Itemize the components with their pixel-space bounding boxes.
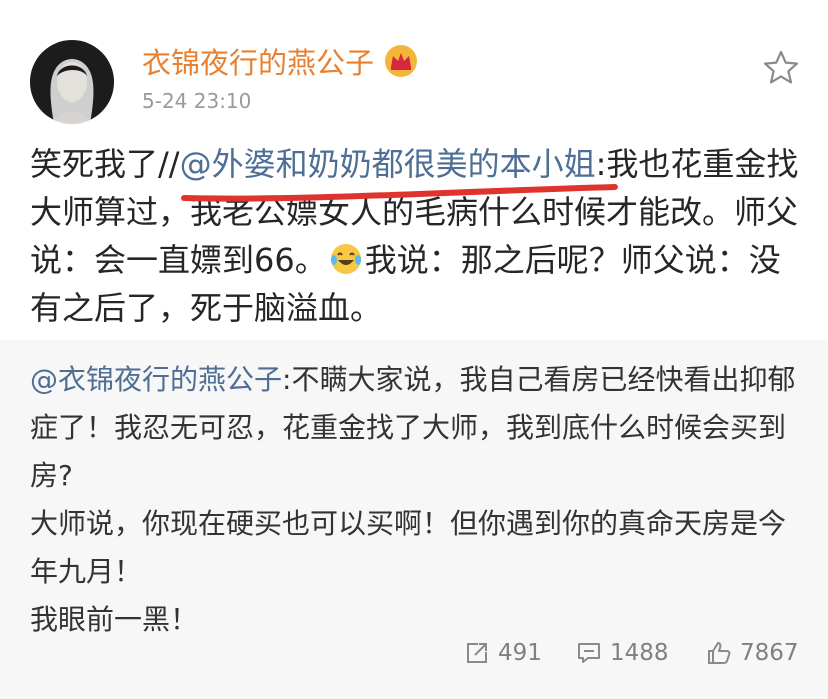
username-text[interactable]: 衣锦夜行的燕公子 (142, 40, 374, 82)
avatar-portrait (30, 40, 114, 124)
comment-count: 1488 (610, 640, 669, 666)
like-button[interactable]: 7867 (706, 640, 799, 666)
repost-mention-link[interactable]: @衣锦夜行的燕公子 (30, 363, 282, 396)
repost-button[interactable]: 491 (464, 640, 542, 666)
crown-icon (385, 45, 418, 77)
star-icon[interactable] (762, 49, 800, 87)
post-timestamp: 5-24 23:10 (142, 89, 252, 113)
repost-text-2: 大师说，你现在硬买也可以买啊！但你遇到你的真命天房是今年九月！ (30, 507, 787, 588)
post-body: 笑死我了//@外婆和奶奶都很美的本小姐:我也花重金找大师算过，我老公嫖女人的毛病… (30, 140, 800, 332)
repost-icon (467, 643, 487, 663)
like-count: 7867 (740, 640, 799, 666)
weibo-post: 衣锦夜行的燕公子 5-24 23:10 笑死我了//@外婆和奶奶都很美的本小姐:… (0, 0, 828, 340)
body-mention-link[interactable]: @外婆和奶奶都很美的本小姐 (180, 145, 596, 183)
comment-button[interactable]: 1488 (576, 640, 669, 666)
repost-card[interactable]: @衣锦夜行的燕公子:不瞒大家说，我自己看房已经快看出抑郁症了！我忍无可忍，花重金… (0, 340, 828, 699)
laughing-tears-emoji (330, 244, 361, 274)
repost-body: @衣锦夜行的燕公子:不瞒大家说，我自己看房已经快看出抑郁症了！我忍无可忍，花重金… (30, 356, 805, 644)
body-prefix: 笑死我了// (30, 145, 180, 183)
thumbs-up-icon (708, 642, 731, 664)
repost-count: 491 (498, 640, 542, 666)
action-bar: 491 1488 7867 (0, 628, 828, 688)
comment-icon (578, 643, 600, 663)
username[interactable]: 衣锦夜行的燕公子 (142, 40, 418, 82)
avatar[interactable] (30, 40, 114, 124)
